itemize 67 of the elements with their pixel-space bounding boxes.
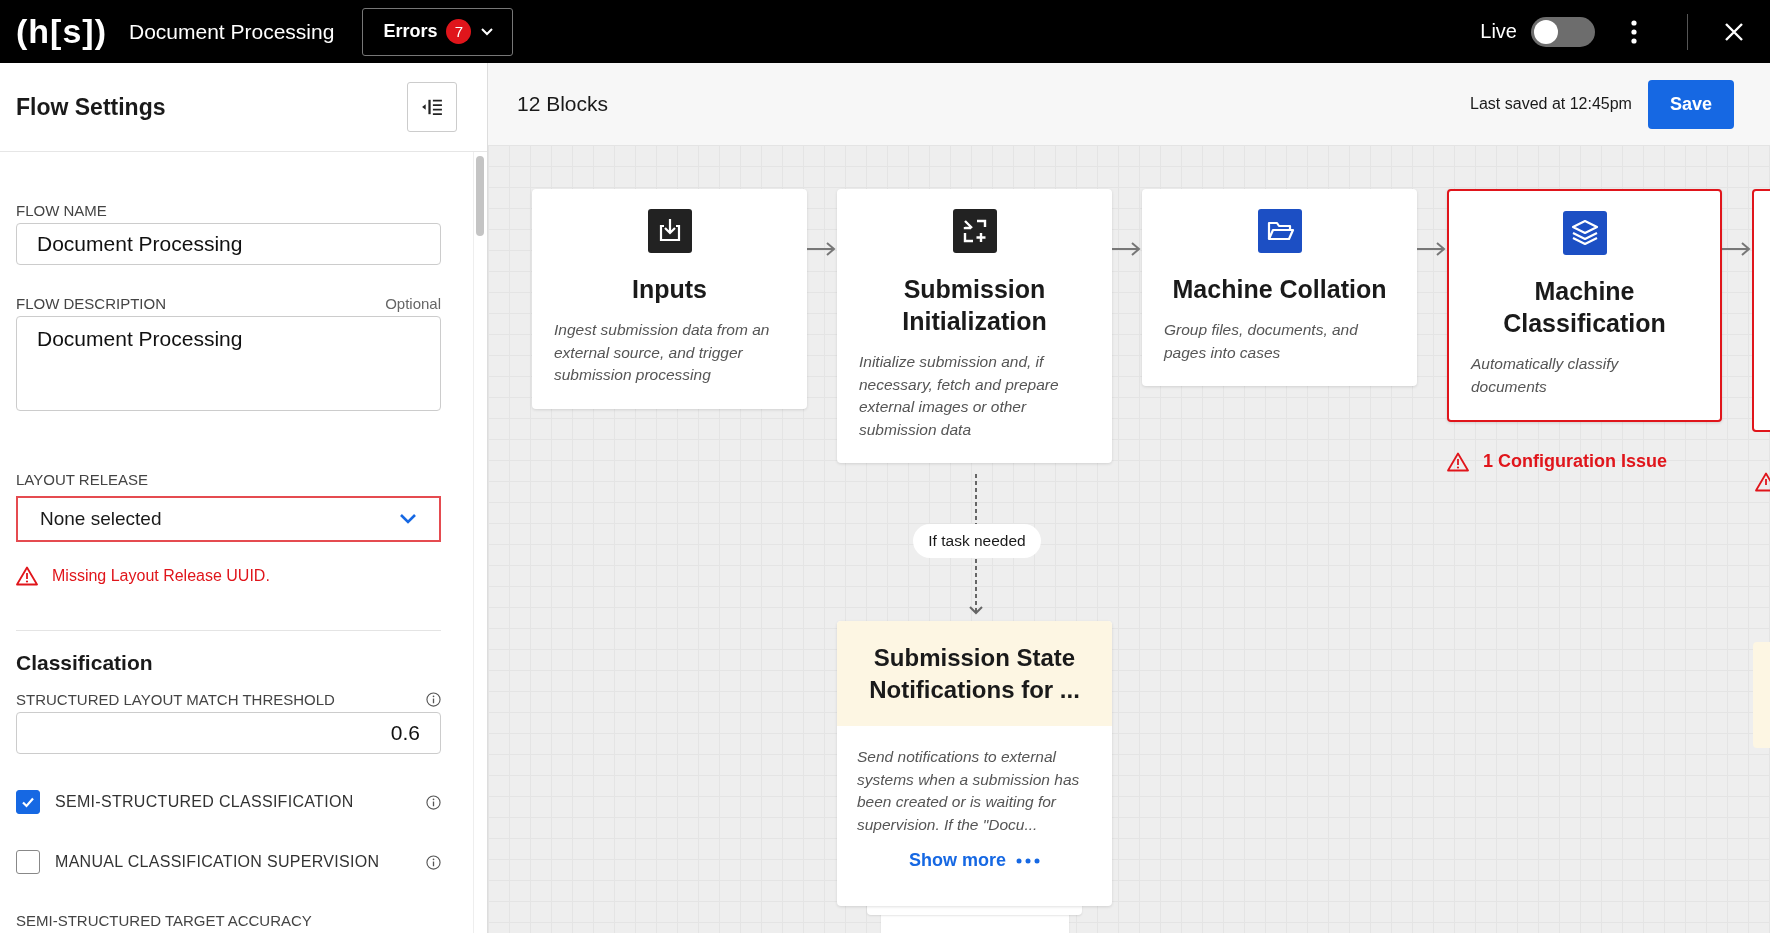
connector-arrow [807,241,837,257]
connector-arrow [1722,241,1752,257]
task-block[interactable]: Submission State Notifications for ... Send notifications to external systems when a submission has been created or is waiting for supervision. If the "Docu... Show more [837,621,1112,906]
errors-dropdown[interactable]: Errors 7 [362,7,514,56]
chevron-down-icon [399,513,417,526]
flow-block[interactable]: Machine Classification Automatically classify documents [1447,189,1722,422]
download-icon [647,209,692,253]
flow-block[interactable]: Inputs Ingest submission data from an external source, and trigger submission processing [532,189,807,409]
block-description: Automatically classify documents [1471,354,1620,397]
checkbox-label: MANUAL CLASSIFICATION SUPERVISION [55,853,381,871]
close-icon[interactable] [1724,21,1744,42]
flow-description-field[interactable]: Document Processing [16,315,441,412]
flow-name-field[interactable]: Document Processing [16,223,441,265]
scrollbar[interactable] [476,156,484,236]
layout-release-select[interactable]: None selected [16,496,441,543]
block-count: 12 Blocks [517,92,609,116]
layers-icon [1562,211,1607,255]
connector-arrow [1112,241,1142,257]
block-title: Submission State Notifications for ... [868,642,1081,705]
error-message: Missing Layout Release UUID. [52,567,270,586]
transform-icon [952,209,997,253]
collapse-panel-button[interactable] [407,82,457,132]
checkbox[interactable] [16,850,40,874]
branch-label: If task needed [913,524,1041,558]
section-heading: Classification [16,651,154,676]
more-icon[interactable] [1631,19,1637,44]
optional-hint: Optional [385,294,441,312]
checkbox-label: SEMI-STRUCTURED CLASSIFICATION [55,793,355,811]
info-icon[interactable] [426,692,441,708]
checkbox[interactable] [16,790,40,814]
logo: (h[s]) [16,12,107,51]
connector-arrow [1417,241,1447,257]
live-toggle[interactable] [1531,16,1595,47]
folder-icon [1257,209,1302,253]
save-button[interactable]: Save [1647,79,1734,129]
block-title: Inputs [632,274,707,305]
threshold-field[interactable]: 0.6 [16,712,441,754]
flow-block[interactable]: Machine Collation Group files, documents, and pages into cases [1142,189,1417,386]
field-label: FLOW DESCRIPTION [16,294,166,312]
live-label: Live [1480,20,1517,43]
block-description: Group files, documents, and pages into cases [1164,320,1360,363]
field-label: LAYOUT RELEASE [16,471,148,489]
chevron-down-icon [480,26,495,37]
info-icon[interactable] [426,854,441,870]
last-saved-text: Last saved at 12:45pm [1470,95,1632,113]
warning-icon [16,566,38,587]
app-title: Document Processing [128,19,335,44]
block-title: Submission Initialization [901,274,1048,337]
field-label: FLOW NAME [16,202,107,219]
block-title: Machine Classification [1502,276,1667,339]
field-label: SEMI-STRUCTURED TARGET ACCURACY [16,912,312,929]
block-description: Ingest submission data from an external source, and trigger submission processing [554,320,771,385]
block-description: Initialize submission and, if necessary, fetch and prepare external images or other submission data [859,352,1060,440]
dashed-arrow [968,559,984,617]
more-dots-icon [1016,857,1040,864]
warning-icon [1447,451,1469,472]
configuration-issue-link[interactable]: 1 Configuration Issue [1483,451,1668,472]
block-title: Machine Collation [1172,274,1387,305]
error-count-badge: 7 [446,19,472,44]
block-description: Send notifications to external systems when a submission has been created or is waiting for supervision. If the "Docu... [857,747,1081,835]
show-more-link[interactable]: Show more [909,850,1006,871]
panel-title: Flow Settings [16,93,166,121]
flow-block[interactable]: Submission Initialization Initialize submission and, if necessary, fetch and prepare external images or other submission data [837,189,1112,463]
dashed-connector [974,474,978,524]
collapse-panel-icon [421,98,443,116]
field-label: STRUCTURED LAYOUT MATCH THRESHOLD [16,691,335,709]
info-icon[interactable] [426,794,441,810]
